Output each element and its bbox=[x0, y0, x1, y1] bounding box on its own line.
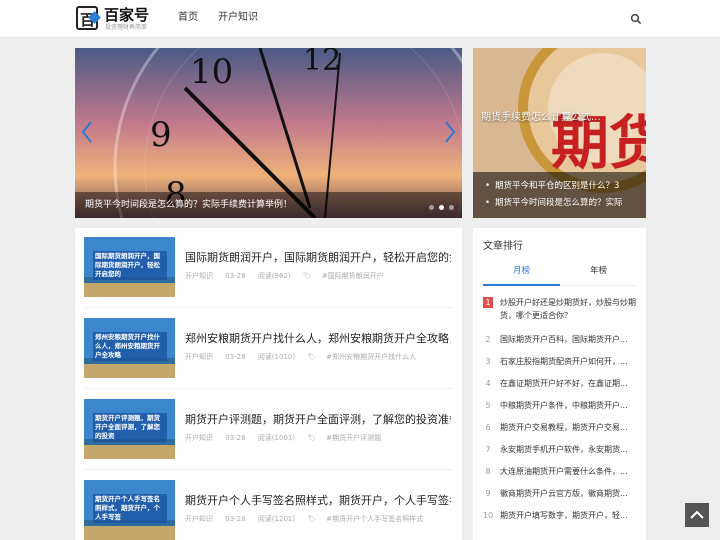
article-tag[interactable]: #期货开户个人手写签名照样式 bbox=[326, 515, 423, 523]
article-title[interactable]: 郑州安粮期货开户找什么人，郑州安粮期货开户全攻略， bbox=[185, 330, 451, 346]
rank-title[interactable]: 期货开户填写数字，期货开户，轻... bbox=[500, 509, 640, 522]
slider-dot[interactable] bbox=[449, 205, 454, 210]
search-icon[interactable] bbox=[630, 13, 642, 25]
article-meta: 开户知识 03-28 阅读(1001) 🏷 #期货开户评测题 bbox=[185, 433, 391, 443]
rank-title[interactable]: 炒股开户好还是炒期货好，炒股与炒期货，哪个更适合你？ bbox=[500, 296, 640, 322]
rank-number: 8 bbox=[485, 467, 491, 476]
article-date: 03-28 bbox=[225, 434, 246, 442]
thumbnail-text: 期货开户评测题，期货开户全面评测，了解您的投资 bbox=[93, 413, 167, 442]
slider-next-icon[interactable] bbox=[443, 120, 457, 144]
svg-text:12: 12 bbox=[303, 48, 341, 78]
rank-number: 10 bbox=[483, 511, 494, 520]
main-nav: 首页 开户知识 bbox=[178, 11, 278, 25]
article-thumbnail[interactable]: 郑州安粮期货开户找什么人，郑州安粮期货开户全攻略 bbox=[84, 318, 175, 378]
tab-monthly[interactable]: 月榜 bbox=[483, 264, 560, 286]
article-item[interactable]: 国际期货朗润开户，国际期货朗润开户，轻松开启您的 国际期货朗润开户，国际期货朗润… bbox=[84, 228, 453, 308]
nav-item-account-knowledge[interactable]: 开户知识 bbox=[218, 11, 258, 25]
article-category[interactable]: 开户知识 bbox=[185, 353, 213, 361]
banner-slider[interactable]: 10 9 8 12 期货平今时间段是怎么算的？实际手续费计算举例！ bbox=[75, 48, 462, 218]
side-feature-link[interactable]: 期货平今和平仓的区别是什么？3 bbox=[485, 178, 643, 195]
svg-text:9: 9 bbox=[150, 115, 172, 155]
article-views: 阅读(962) bbox=[257, 272, 291, 280]
article-item[interactable]: 期货开户个人手写签名照样式，期货开户，个人手写签 期货开户个人手写签名照样式，期… bbox=[84, 471, 453, 540]
article-category[interactable]: 开户知识 bbox=[185, 434, 213, 442]
rank-title[interactable]: 石家庄股指期货配资开户如何开，... bbox=[500, 355, 640, 368]
article-date: 03-28 bbox=[225, 272, 246, 280]
thumbnail-text: 国际期货朗润开户，国际期货朗润开户，轻松开启您的 bbox=[93, 251, 167, 280]
rank-title[interactable]: 国际期货开户百科，国际期货开户... bbox=[500, 333, 640, 346]
tag-icon: 🏷 bbox=[307, 353, 317, 361]
ranking-title: 文章排行 bbox=[483, 241, 523, 252]
article-title[interactable]: 国际期货朗润开户，国际期货朗润开户，轻松开启您的金 bbox=[185, 249, 451, 265]
site-header: 百 百家号 投资理财再简单 首页 开户知识 bbox=[0, 0, 720, 38]
article-item[interactable]: 期货开户评测题，期货开户全面评测，了解您的投资 期货开户评测题，期货开户全面评测… bbox=[84, 390, 453, 470]
article-category[interactable]: 开户知识 bbox=[185, 272, 213, 280]
side-feature-title[interactable]: 期货手续费怎么计算公式... bbox=[481, 108, 641, 123]
rank-number: 7 bbox=[485, 445, 491, 454]
article-views: 阅读(1010) bbox=[257, 353, 296, 361]
article-list: 国际期货朗润开户，国际期货朗润开户，轻松开启您的 国际期货朗润开户，国际期货朗润… bbox=[75, 228, 462, 540]
slider-dots bbox=[429, 205, 454, 210]
tab-yearly[interactable]: 年榜 bbox=[560, 264, 637, 278]
tag-icon: 🏷 bbox=[307, 515, 317, 523]
side-feature[interactable]: 期货 期货手续费怎么计算公式... 期货平今和平仓的区别是什么？3 期货平今时间… bbox=[473, 48, 646, 218]
side-feature-link[interactable]: 期货平今时间段是怎么算的？实际 bbox=[485, 195, 643, 212]
article-views: 阅读(1001) bbox=[257, 434, 296, 442]
article-meta: 开户知识 03-28 阅读(962) 🏷 #国际期货朗润开户 bbox=[185, 271, 394, 281]
svg-text:10: 10 bbox=[190, 52, 233, 92]
article-date: 03-28 bbox=[225, 353, 246, 361]
rank-title[interactable]: 期货开户交易教程，期货开户交易... bbox=[500, 421, 640, 434]
thumbnail-text: 郑州安粮期货开户找什么人，郑州安粮期货开户全攻略 bbox=[93, 332, 167, 361]
tag-icon: 🏷 bbox=[302, 272, 312, 280]
banner-caption[interactable]: 期货平今时间段是怎么算的？实际手续费计算举例！ bbox=[75, 192, 462, 218]
slider-dot-active[interactable] bbox=[439, 205, 444, 210]
slider-dot[interactable] bbox=[429, 205, 434, 210]
article-thumbnail[interactable]: 国际期货朗润开户，国际期货朗润开户，轻松开启您的 bbox=[84, 237, 175, 297]
article-item[interactable]: 郑州安粮期货开户找什么人，郑州安粮期货开户全攻略 郑州安粮期货开户找什么人，郑州… bbox=[84, 309, 453, 389]
back-to-top-icon[interactable] bbox=[685, 503, 709, 527]
article-tag[interactable]: #国际期货朗润开户 bbox=[322, 272, 384, 280]
article-title[interactable]: 期货开户个人手写签名照样式，期货开户，个人手写签名 bbox=[185, 492, 451, 508]
article-title[interactable]: 期货开户评测题，期货开户全面评测，了解您的投资准备 bbox=[185, 411, 451, 427]
rank-title[interactable]: 大连原油期货开户需要什么条件，... bbox=[500, 465, 640, 478]
rank-number: 4 bbox=[485, 379, 491, 388]
rank-number: 1 bbox=[483, 297, 493, 308]
rank-number: 2 bbox=[485, 335, 491, 344]
site-logo[interactable]: 百 百家号 投资理财再简单 bbox=[76, 6, 156, 32]
rank-number: 6 bbox=[485, 423, 491, 432]
rank-title[interactable]: 徽商期货开户云官方版，徽商期货... bbox=[500, 487, 640, 500]
article-ranking: 文章排行 月榜 年榜 1 炒股开户好还是炒期货好，炒股与炒期货，哪个更适合你？ … bbox=[473, 228, 646, 540]
article-tag[interactable]: #郑州安粮期货开户找什么人 bbox=[326, 353, 416, 361]
logo-subtitle: 投资理财再简单 bbox=[105, 24, 148, 31]
nav-item-home[interactable]: 首页 bbox=[178, 11, 198, 25]
article-category[interactable]: 开户知识 bbox=[185, 515, 213, 523]
article-date: 03-28 bbox=[225, 515, 246, 523]
article-thumbnail[interactable]: 期货开户个人手写签名照样式，期货开户，个人手写签 bbox=[84, 480, 175, 540]
logo-mark-icon: 百 bbox=[76, 6, 101, 30]
rank-number: 9 bbox=[485, 489, 491, 498]
ranking-item[interactable]: 1 炒股开户好还是炒期货好，炒股与炒期货，哪个更适合你？ bbox=[483, 296, 639, 324]
thumbnail-text: 期货开户个人手写签名照样式，期货开户，个人手写签 bbox=[93, 494, 167, 523]
rank-title[interactable]: 永安期货手机开户软件，永安期货... bbox=[500, 443, 640, 456]
side-feature-links: 期货平今和平仓的区别是什么？3 期货平今时间段是怎么算的？实际 bbox=[473, 172, 646, 218]
article-thumbnail[interactable]: 期货开户评测题，期货开户全面评测，了解您的投资 bbox=[84, 399, 175, 459]
slider-prev-icon[interactable] bbox=[80, 120, 94, 144]
rank-title[interactable]: 在鑫证期货开户好不好，在鑫证期... bbox=[500, 377, 640, 390]
rank-number: 3 bbox=[485, 357, 491, 366]
tag-icon: 🏷 bbox=[307, 434, 317, 442]
article-views: 阅读(1201) bbox=[257, 515, 296, 523]
article-meta: 开户知识 03-28 阅读(1201) 🏷 #期货开户个人手写签名照样式 bbox=[185, 514, 433, 524]
rank-title[interactable]: 中粮期货开户条件，中粮期货开户... bbox=[500, 399, 640, 412]
rank-number: 5 bbox=[485, 401, 491, 410]
article-meta: 开户知识 03-28 阅读(1010) 🏷 #郑州安粮期货开户找什么人 bbox=[185, 352, 426, 362]
article-tag[interactable]: #期货开户评测题 bbox=[326, 434, 381, 442]
ranking-tabs: 月榜 年榜 bbox=[483, 264, 637, 286]
